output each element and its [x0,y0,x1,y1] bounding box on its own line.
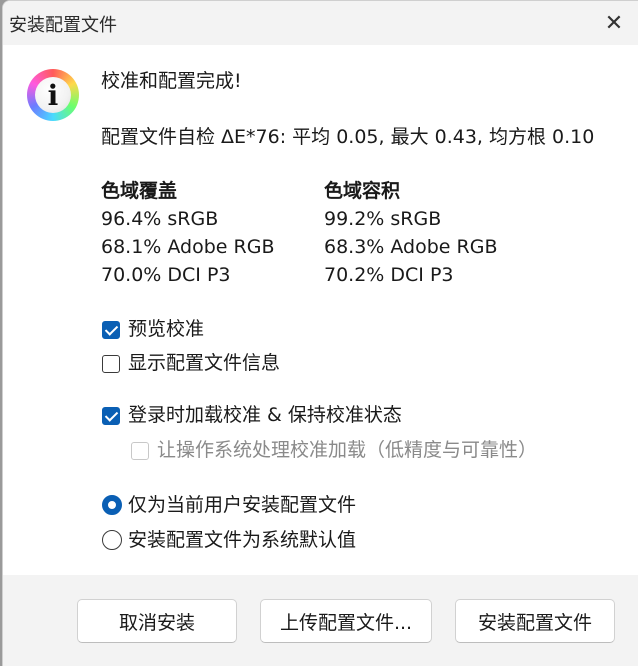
install-profile-button[interactable]: 安装配置文件 [455,599,615,643]
gamut-coverage-adobergb: 68.1% Adobe RGB [101,236,275,258]
install-current-user-radio[interactable] [102,495,122,515]
gamut-volume-adobergb: 68.3% Adobe RGB [324,236,498,258]
preview-calibration-checkbox[interactable] [102,321,120,339]
install-current-user-label[interactable]: 仅为当前用户安装配置文件 [128,491,356,519]
close-icon[interactable]: ✕ [598,7,630,39]
title-bar: 安装配置文件 ✕ [3,1,638,45]
selfcheck-summary: 配置文件自检 ΔE*76: 平均 0.05, 最大 0.43, 均方根 0.10 [101,126,595,148]
gamut-coverage-header: 色域覆盖 [101,180,178,202]
window-title: 安装配置文件 [9,15,117,36]
preview-calibration-label[interactable]: 预览校准 [128,315,204,343]
install-profile-dialog: 安装配置文件 ✕ i 校准和配置完成! 配置文件自检 ΔE*76: 平均 0.0… [2,0,638,666]
gamut-volume-srgb: 99.2% sRGB [324,208,442,230]
gamut-coverage-dcip3: 70.0% DCI P3 [101,264,231,286]
show-profile-info-label[interactable]: 显示配置文件信息 [128,349,280,377]
gamut-volume-header: 色域容积 [324,180,401,202]
upload-profile-button[interactable]: 上传配置文件... [260,599,432,643]
install-system-default-label[interactable]: 安装配置文件为系统默认值 [128,526,356,554]
gamut-volume-dcip3: 70.2% DCI P3 [324,264,454,286]
gamut-coverage-srgb: 96.4% sRGB [101,208,219,230]
os-handle-calibration-label: 让操作系统处理校准加载（低精度与可靠性） [157,439,538,461]
button-bar: 取消安装 上传配置文件... 安装配置文件 [3,575,638,666]
info-icon: i [27,69,79,121]
completion-heading: 校准和配置完成! [101,70,242,92]
show-profile-info-checkbox[interactable] [102,355,120,373]
cancel-install-button[interactable]: 取消安装 [77,599,237,643]
load-on-login-checkbox[interactable] [102,407,120,425]
load-on-login-label[interactable]: 登录时加载校准 & 保持校准状态 [128,401,402,429]
install-system-default-radio[interactable] [102,530,122,550]
os-handle-calibration-checkbox[interactable] [131,442,149,460]
